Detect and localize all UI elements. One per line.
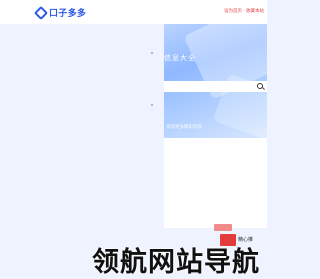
- search-input[interactable]: [164, 81, 252, 92]
- watermark-text: 领航网站导航: [92, 247, 260, 277]
- banner-title: 信息大全: [164, 55, 196, 62]
- nav-dot: [151, 104, 153, 106]
- site-logo[interactable]: 口子多多: [33, 5, 87, 20]
- search-icon[interactable]: [256, 82, 265, 91]
- top-bar: 口子多多 设为首页 · 收藏本站: [0, 0, 267, 24]
- logo-icon: [33, 5, 49, 20]
- brand-name: 口子多多: [49, 8, 87, 18]
- content-panel: [164, 138, 267, 228]
- top-right-link[interactable]: 设为首页 · 收藏本站: [224, 8, 264, 14]
- search-bar: [164, 81, 267, 92]
- hot-tag: [214, 224, 232, 231]
- nav-dot: [151, 52, 153, 54]
- banner-subtitle: 发现更多精彩内容: [166, 124, 202, 129]
